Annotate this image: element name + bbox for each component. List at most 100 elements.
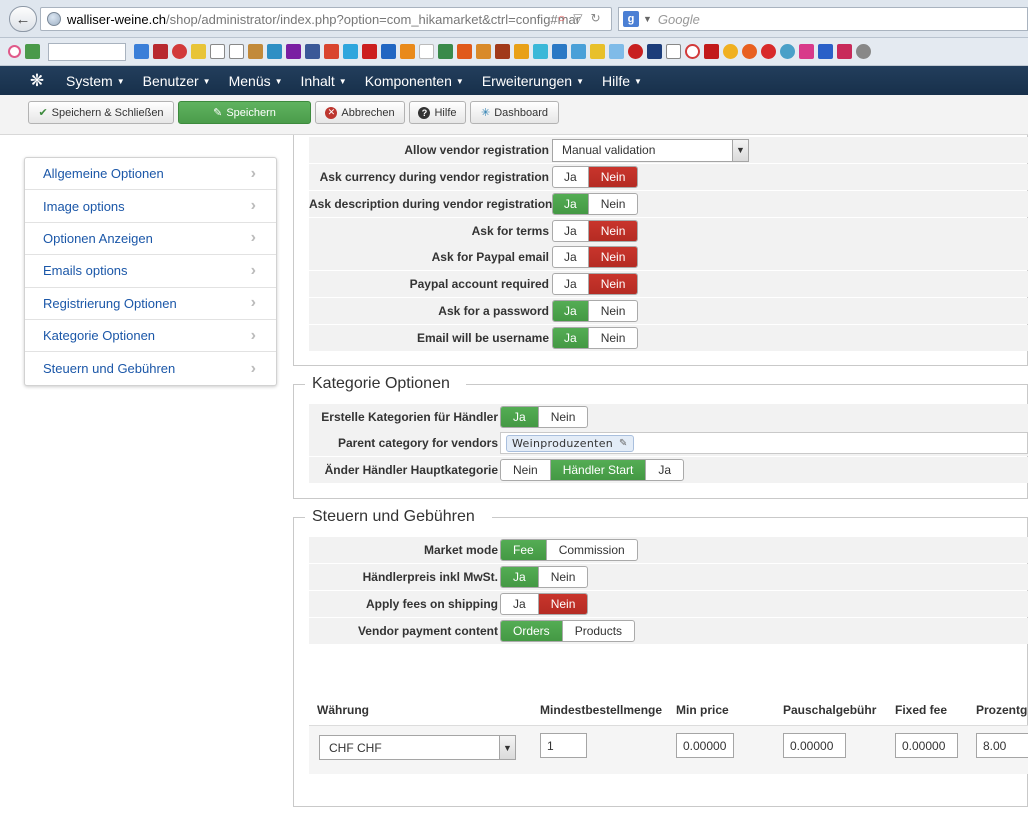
toggle-yes[interactable]: Ja bbox=[553, 327, 589, 348]
save-close-button[interactable]: ✔ Speichern & Schließen bbox=[28, 101, 174, 124]
toggle-yes[interactable]: Ja bbox=[553, 220, 589, 241]
toggle-option-ja[interactable]: Ja bbox=[646, 460, 683, 480]
bookmark-icon[interactable] bbox=[229, 44, 244, 59]
caret-down-icon[interactable]: ▼ bbox=[643, 14, 652, 24]
toggle-no[interactable]: Nein bbox=[539, 407, 588, 427]
dropdown-icon[interactable]: ▽ bbox=[573, 11, 582, 25]
toggle-option-nein[interactable]: Nein bbox=[501, 460, 551, 480]
bookmark-icon[interactable] bbox=[533, 44, 548, 59]
toggle-option-haendler-start[interactable]: Händler Start bbox=[550, 460, 647, 480]
toggle-yes[interactable]: Ja bbox=[501, 567, 539, 587]
category-tag[interactable]: Weinproduzenten ✎ bbox=[506, 434, 634, 452]
flat-fee-input[interactable]: 0.00000 bbox=[783, 733, 846, 758]
bookmark-icon[interactable] bbox=[666, 44, 681, 59]
bookmark-icon[interactable] bbox=[286, 44, 301, 59]
bookmark-icon[interactable] bbox=[780, 44, 795, 59]
parent-category-input[interactable]: Weinproduzenten ✎ bbox=[500, 432, 1028, 454]
toggle-no[interactable]: Nein bbox=[589, 194, 638, 214]
dashboard-button[interactable]: ✳ Dashboard bbox=[470, 101, 559, 124]
bookmark-icon[interactable] bbox=[628, 44, 643, 59]
bookmark-icon[interactable] bbox=[362, 44, 377, 59]
reload-icon[interactable]: ↻ bbox=[590, 11, 600, 25]
nav-erweiterungen[interactable]: Erweiterungen ▼ bbox=[482, 73, 584, 89]
toggle-yes[interactable]: Ja bbox=[553, 274, 589, 295]
bookmark-icon[interactable] bbox=[495, 44, 510, 59]
toggle-no[interactable]: Nein bbox=[589, 328, 638, 348]
toggle-yes[interactable]: Ja bbox=[553, 193, 589, 214]
toggle-no[interactable]: Nein bbox=[538, 594, 588, 614]
share-icon[interactable] bbox=[25, 44, 40, 59]
bookmark-icon[interactable] bbox=[761, 44, 776, 59]
currency-select[interactable]: CHF CHF ▼ bbox=[319, 735, 516, 760]
toggle-yes[interactable]: Ja bbox=[501, 407, 539, 427]
nav-hilfe[interactable]: Hilfe ▼ bbox=[602, 73, 642, 89]
bookmark-icon[interactable] bbox=[267, 44, 282, 59]
toggle-yes[interactable]: Ja bbox=[501, 594, 539, 614]
bookmark-icon[interactable] bbox=[647, 44, 662, 59]
bookmark-icon[interactable] bbox=[704, 44, 719, 59]
back-button[interactable]: ← bbox=[9, 6, 37, 32]
toggle-no[interactable]: Nein bbox=[588, 220, 638, 241]
address-bar[interactable]: walliser-weine.ch/shop/administrator/ind… bbox=[40, 7, 612, 31]
cancel-button[interactable]: ✕ Abbrechen bbox=[315, 101, 405, 124]
bookmark-icon[interactable] bbox=[191, 44, 206, 59]
toggle-fee[interactable]: Fee bbox=[501, 540, 547, 560]
sidebar-item-kategorie-optionen[interactable]: Kategorie Optionen › bbox=[25, 320, 276, 353]
pencil-icon[interactable]: ✎ bbox=[619, 438, 628, 449]
percent-fee-input[interactable]: 8.00 bbox=[976, 733, 1028, 758]
help-button[interactable]: ? Hilfe bbox=[409, 101, 466, 124]
nav-komponenten[interactable]: Komponenten ▼ bbox=[365, 73, 464, 89]
toggle-orders[interactable]: Orders bbox=[501, 621, 563, 641]
toggle-products[interactable]: Products bbox=[563, 621, 634, 641]
bookmark-icon[interactable] bbox=[856, 44, 871, 59]
bookmark-icon[interactable] bbox=[837, 44, 852, 59]
bookmark-icon[interactable] bbox=[248, 44, 263, 59]
bookmark-icon[interactable] bbox=[153, 44, 168, 59]
bookmark-icon[interactable] bbox=[552, 44, 567, 59]
bookmark-icon[interactable] bbox=[818, 44, 833, 59]
sidebar-item-emails-options[interactable]: Emails options › bbox=[25, 255, 276, 288]
save-button[interactable]: ✎ Speichern bbox=[178, 101, 311, 124]
bookmark-icon[interactable] bbox=[172, 44, 187, 59]
bookmark-icon[interactable] bbox=[305, 44, 320, 59]
bookmark-icon[interactable] bbox=[476, 44, 491, 59]
nav-menues[interactable]: Menüs ▼ bbox=[229, 73, 283, 89]
bookmark-icon[interactable] bbox=[571, 44, 586, 59]
min-quantity-input[interactable]: 1 bbox=[540, 733, 587, 758]
bookmark-icon[interactable] bbox=[799, 44, 814, 59]
nav-inhalt[interactable]: Inhalt ▼ bbox=[301, 73, 347, 89]
fixed-fee-input[interactable]: 0.00000 bbox=[895, 733, 958, 758]
joomla-logo-icon[interactable]: ❋ bbox=[26, 70, 48, 92]
toggle-yes[interactable]: Ja bbox=[553, 167, 589, 187]
bookmark-icon[interactable] bbox=[210, 44, 225, 59]
toggle-yes[interactable]: Ja bbox=[553, 247, 589, 268]
toggle-no[interactable]: Nein bbox=[589, 301, 638, 321]
bookmark-icon[interactable] bbox=[400, 44, 415, 59]
bookmark-icon[interactable] bbox=[134, 44, 149, 59]
bookmark-search-input[interactable] bbox=[48, 42, 126, 61]
toggle-no[interactable]: Nein bbox=[588, 167, 638, 187]
toggle-no[interactable]: Nein bbox=[588, 274, 638, 295]
bookmark-icon[interactable] bbox=[343, 44, 358, 59]
bookmark-icon[interactable] bbox=[381, 44, 396, 59]
toggle-yes[interactable]: Ja bbox=[553, 301, 589, 321]
sidebar-item-image-options[interactable]: Image options › bbox=[25, 190, 276, 223]
toggle-no[interactable]: Nein bbox=[588, 247, 638, 268]
toggle-no[interactable]: Nein bbox=[539, 567, 588, 587]
bookmark-icon[interactable] bbox=[742, 44, 757, 59]
bookmark-icon[interactable] bbox=[8, 45, 21, 58]
sidebar-item-steuern-gebuehren[interactable]: Steuern und Gebühren › bbox=[25, 352, 276, 384]
allow-vendor-registration-select[interactable]: Manual validation ▼ bbox=[552, 138, 749, 162]
bookmark-icon[interactable] bbox=[590, 44, 605, 59]
stop-icon[interactable]: ○ bbox=[558, 11, 565, 25]
min-price-input[interactable]: 0.00000 bbox=[676, 733, 734, 758]
bookmark-icon[interactable] bbox=[723, 44, 738, 59]
nav-benutzer[interactable]: Benutzer ▼ bbox=[143, 73, 211, 89]
toggle-commission[interactable]: Commission bbox=[547, 540, 637, 560]
bookmark-icon[interactable] bbox=[438, 44, 453, 59]
bookmark-icon[interactable] bbox=[609, 44, 624, 59]
sidebar-item-registrierung-optionen[interactable]: Registrierung Optionen › bbox=[25, 288, 276, 320]
bookmark-icon[interactable] bbox=[419, 44, 434, 59]
sidebar-item-allgemeine-optionen[interactable]: Allgemeine Optionen › bbox=[25, 158, 276, 191]
nav-system[interactable]: System ▼ bbox=[66, 73, 125, 89]
